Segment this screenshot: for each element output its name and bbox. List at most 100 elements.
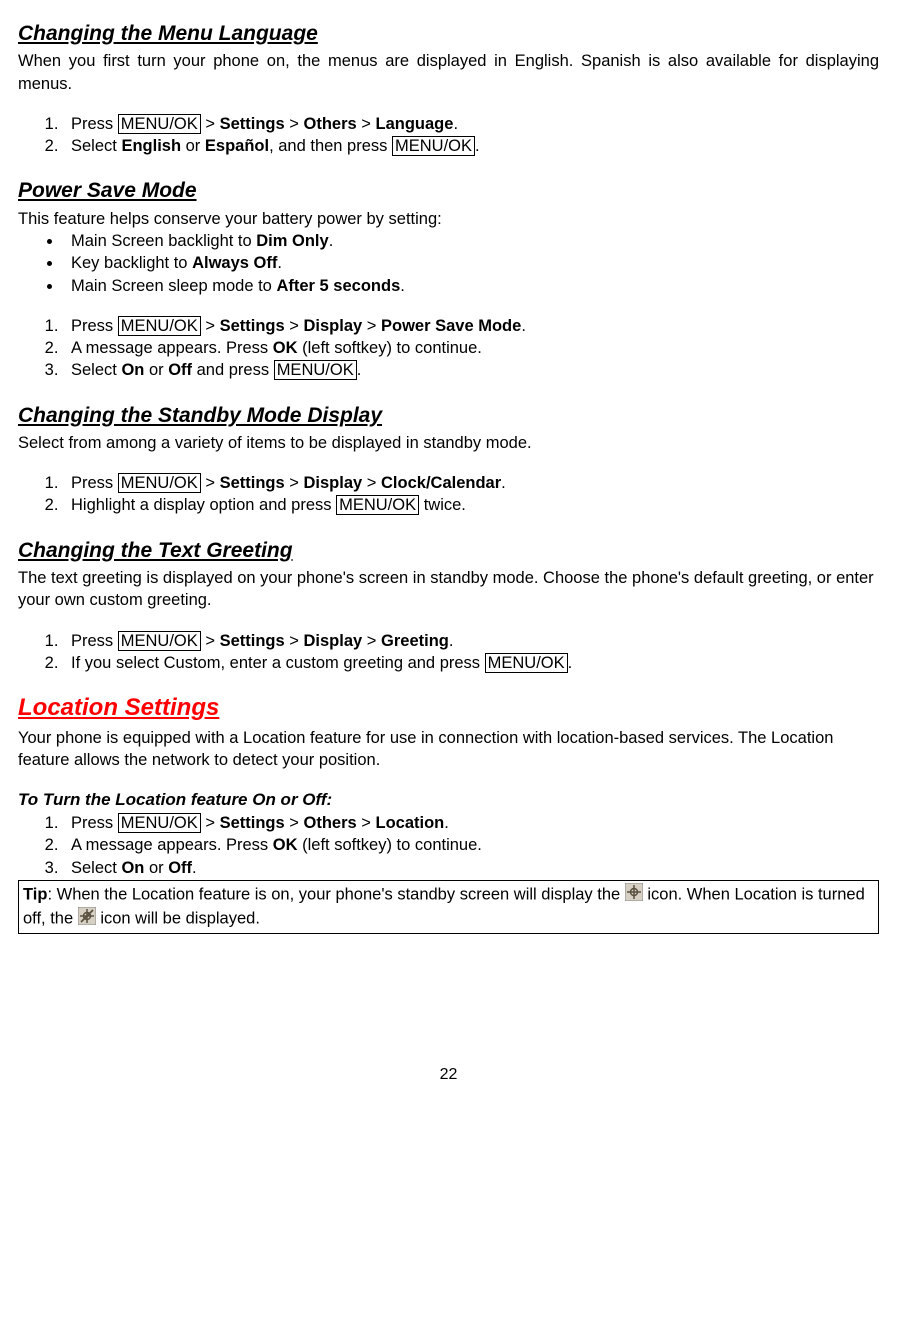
key-menu-ok: MENU/OK <box>118 473 201 493</box>
bullet: Main Screen sleep mode to After 5 second… <box>63 275 879 297</box>
steps-location: Press MENU/OK > Settings > Others > Loca… <box>63 812 879 879</box>
text: Key backlight to <box>71 254 192 272</box>
tip-text: : When the Location feature is on, your … <box>47 885 624 903</box>
step: A message appears. Press OK (left softke… <box>63 834 879 856</box>
step: Press MENU/OK > Settings > Display > Pow… <box>63 315 879 337</box>
steps-power-save: Press MENU/OK > Settings > Display > Pow… <box>63 315 879 382</box>
bullets-power-save: Main Screen backlight to Dim Only. Key b… <box>63 230 879 297</box>
text: . <box>475 137 480 155</box>
text: Main Screen backlight to <box>71 232 256 250</box>
key-menu-ok: MENU/OK <box>118 114 201 134</box>
text: . <box>192 859 197 877</box>
bold: Settings <box>220 632 285 650</box>
subheading-location: To Turn the Location feature On or Off: <box>18 789 879 812</box>
step: Press MENU/OK > Settings > Display > Clo… <box>63 472 879 494</box>
bold: Español <box>205 137 269 155</box>
bold: On <box>121 859 144 877</box>
para-text-greeting: The text greeting is displayed on your p… <box>18 567 879 612</box>
key-menu-ok: MENU/OK <box>118 813 201 833</box>
text: . <box>521 317 526 335</box>
text: > <box>285 632 304 650</box>
key-menu-ok: MENU/OK <box>274 360 357 380</box>
step: If you select Custom, enter a custom gre… <box>63 652 879 674</box>
text: > <box>201 115 220 133</box>
text: > <box>362 632 381 650</box>
key-menu-ok: MENU/OK <box>118 631 201 651</box>
text: > <box>201 474 220 492</box>
text: Press <box>71 115 118 133</box>
text: A message appears. Press <box>71 339 273 357</box>
text: If you select Custom, enter a custom gre… <box>71 654 485 672</box>
steps-menu-language: Press MENU/OK > Settings > Others > Lang… <box>63 113 879 158</box>
step: Select On or Off and press MENU/OK. <box>63 359 879 381</box>
step: Select On or Off. <box>63 857 879 879</box>
bold: After 5 seconds <box>276 277 400 295</box>
bold: Settings <box>220 814 285 832</box>
step: Press MENU/OK > Settings > Display > Gre… <box>63 630 879 652</box>
steps-text-greeting: Press MENU/OK > Settings > Display > Gre… <box>63 630 879 675</box>
bold: Display <box>304 317 363 335</box>
bold: Language <box>376 115 454 133</box>
para-menu-language: When you first turn your phone on, the m… <box>18 50 879 95</box>
text: Press <box>71 317 118 335</box>
text: A message appears. Press <box>71 836 273 854</box>
text: > <box>285 317 304 335</box>
text: > <box>362 317 381 335</box>
text: > <box>357 814 376 832</box>
text: > <box>285 814 304 832</box>
text: , and then press <box>269 137 392 155</box>
step: Highlight a display option and press MEN… <box>63 494 879 516</box>
text: Select <box>71 361 121 379</box>
bold: Others <box>304 814 357 832</box>
heading-standby-display: Changing the Standby Mode Display <box>18 402 879 430</box>
text: Select <box>71 137 121 155</box>
key-menu-ok: MENU/OK <box>118 316 201 336</box>
text: > <box>285 474 304 492</box>
text: > <box>362 474 381 492</box>
step: Press MENU/OK > Settings > Others > Loca… <box>63 812 879 834</box>
text: or <box>144 859 168 877</box>
text: Select <box>71 859 121 877</box>
text: Main Screen sleep mode to <box>71 277 276 295</box>
bullet: Main Screen backlight to Dim Only. <box>63 230 879 252</box>
tip-label: Tip <box>23 885 47 903</box>
text: . <box>449 632 454 650</box>
text: and press <box>192 361 274 379</box>
bold: Off <box>168 859 192 877</box>
text: . <box>277 254 282 272</box>
tip-box: Tip: When the Location feature is on, yo… <box>18 880 879 935</box>
text: > <box>201 632 220 650</box>
bold: Others <box>304 115 357 133</box>
bold: Clock/Calendar <box>381 474 501 492</box>
heading-location-settings: Location Settings <box>18 692 879 724</box>
bold: Power Save Mode <box>381 317 521 335</box>
heading-power-save: Power Save Mode <box>18 177 879 205</box>
bold: Greeting <box>381 632 449 650</box>
text: . <box>501 474 506 492</box>
text: (left softkey) to continue. <box>298 836 482 854</box>
bold: Settings <box>220 115 285 133</box>
text: twice. <box>419 496 466 514</box>
bold: OK <box>273 836 298 854</box>
bullet: Key backlight to Always Off. <box>63 252 879 274</box>
bold: English <box>121 137 181 155</box>
bold: OK <box>273 339 298 357</box>
bold: Display <box>304 632 363 650</box>
para-standby-display: Select from among a variety of items to … <box>18 432 879 454</box>
bold: Always Off <box>192 254 277 272</box>
heading-menu-language: Changing the Menu Language <box>18 20 879 48</box>
para-power-save: This feature helps conserve your battery… <box>18 208 879 230</box>
page-number: 22 <box>18 1064 879 1086</box>
step: A message appears. Press OK (left softke… <box>63 337 879 359</box>
bold: Off <box>168 361 192 379</box>
text: . <box>453 115 458 133</box>
key-menu-ok: MENU/OK <box>392 136 475 156</box>
para-location-settings: Your phone is equipped with a Location f… <box>18 727 879 772</box>
text: (left softkey) to continue. <box>298 339 482 357</box>
text: . <box>444 814 449 832</box>
steps-standby-display: Press MENU/OK > Settings > Display > Clo… <box>63 472 879 517</box>
key-menu-ok: MENU/OK <box>485 653 568 673</box>
text: . <box>357 361 362 379</box>
bold: Display <box>304 474 363 492</box>
bold: Settings <box>220 317 285 335</box>
